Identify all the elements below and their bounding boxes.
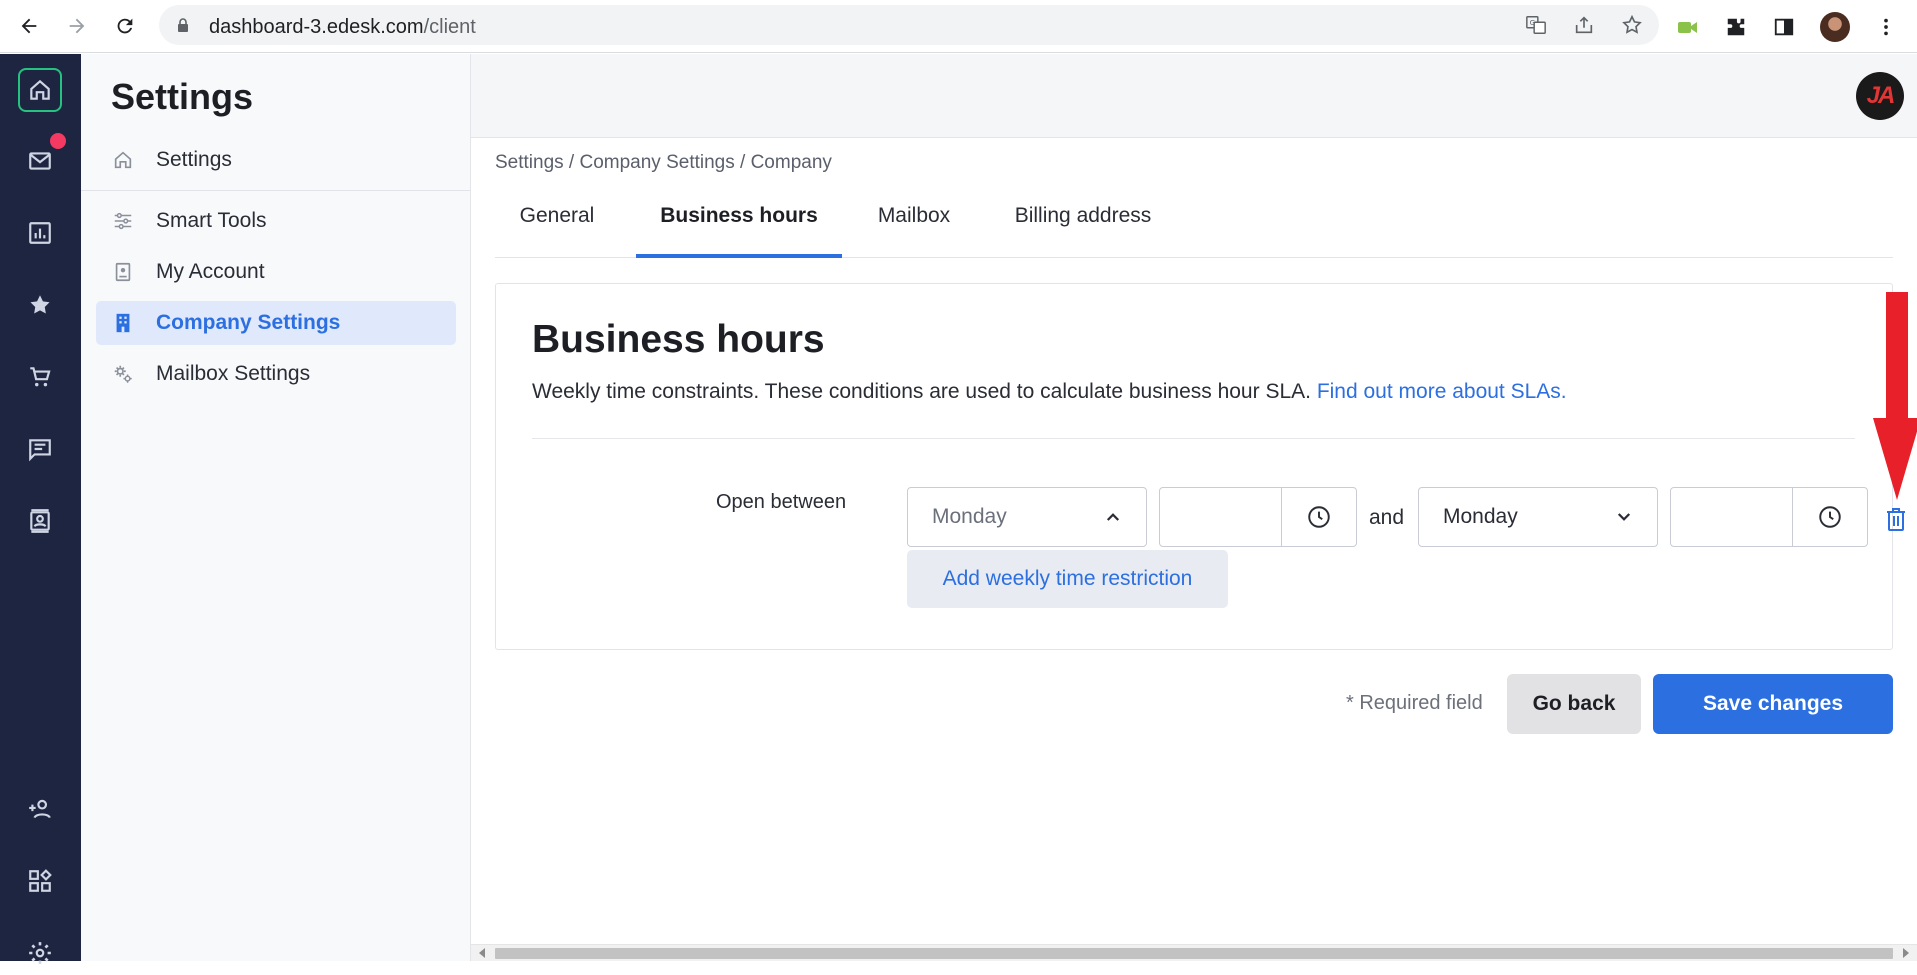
sidebar-divider bbox=[81, 190, 470, 191]
card-title: Business hours bbox=[532, 318, 825, 361]
business-hours-card: Business hours Weekly time constraints. … bbox=[495, 283, 1905, 650]
save-changes-button[interactable]: Save changes bbox=[1653, 674, 1893, 734]
chevron-up-icon bbox=[1106, 513, 1120, 521]
sidebar-item-company-settings[interactable]: Company Settings bbox=[96, 301, 456, 345]
to-day-value: Monday bbox=[1443, 505, 1518, 528]
gears-icon bbox=[110, 361, 136, 387]
building-icon bbox=[110, 310, 136, 336]
star-icon[interactable] bbox=[18, 283, 62, 327]
sidebar-item-settings[interactable]: Settings bbox=[96, 138, 456, 182]
sliders-icon bbox=[110, 208, 136, 234]
sidebar-item-label: My Account bbox=[156, 260, 265, 283]
card-description: Weekly time constraints. These condition… bbox=[532, 380, 1567, 403]
add-user-icon[interactable] bbox=[18, 787, 62, 831]
from-day-select[interactable]: Monday bbox=[907, 487, 1147, 547]
scroll-left-icon[interactable] bbox=[479, 948, 485, 958]
open-between-label: Open between bbox=[716, 491, 847, 513]
annotation-arrow bbox=[1873, 292, 1917, 500]
sidebar-item-label: Company Settings bbox=[156, 311, 341, 334]
url-text: dashboard-3.edesk.com/client bbox=[209, 16, 476, 38]
back-icon[interactable] bbox=[14, 11, 44, 41]
reload-icon[interactable] bbox=[110, 11, 140, 41]
add-weekly-restriction-button[interactable]: Add weekly time restriction bbox=[907, 550, 1228, 608]
card-divider bbox=[532, 438, 1855, 439]
clock-icon[interactable] bbox=[1281, 488, 1356, 546]
app-header: JA bbox=[471, 54, 1917, 138]
apps-icon[interactable] bbox=[18, 859, 62, 903]
avatar-initials: JA bbox=[1866, 82, 1896, 109]
breadcrumb: Settings / Company Settings / Company bbox=[495, 152, 832, 173]
horizontal-scrollbar[interactable] bbox=[471, 944, 1917, 961]
svg-text:G: G bbox=[1530, 18, 1536, 27]
sidebar-item-mailbox-settings[interactable]: Mailbox Settings bbox=[96, 352, 456, 396]
from-time-input[interactable] bbox=[1160, 488, 1281, 546]
extensions-puzzle-icon[interactable] bbox=[1724, 15, 1748, 39]
to-day-select[interactable]: Monday bbox=[1418, 487, 1658, 547]
sidebar-item-my-account[interactable]: My Account bbox=[96, 250, 456, 294]
side-panel-icon[interactable] bbox=[1772, 15, 1796, 39]
sla-help-link[interactable]: Find out more about SLAs. bbox=[1317, 380, 1567, 403]
scroll-right-icon[interactable] bbox=[1903, 948, 1909, 958]
analytics-icon[interactable] bbox=[18, 211, 62, 255]
sidebar-item-label: Mailbox Settings bbox=[156, 362, 311, 385]
gear-icon[interactable] bbox=[18, 931, 62, 975]
scrollbar-thumb[interactable] bbox=[495, 948, 1893, 959]
user-avatar[interactable]: JA bbox=[1856, 72, 1904, 120]
translate-icon[interactable]: G bbox=[1525, 14, 1547, 41]
home-icon[interactable] bbox=[18, 68, 62, 112]
forward-icon[interactable] bbox=[62, 11, 92, 41]
go-back-button[interactable]: Go back bbox=[1507, 674, 1641, 734]
trash-icon[interactable] bbox=[1882, 504, 1910, 534]
lock-icon bbox=[178, 18, 188, 32]
tab-business-hours[interactable]: Business hours bbox=[636, 190, 842, 258]
tab-general[interactable]: General bbox=[495, 190, 619, 258]
address-bar[interactable]: dashboard-3.edesk.com/client G bbox=[159, 5, 1659, 45]
clock-icon[interactable] bbox=[1792, 488, 1867, 546]
bookmark-star-icon[interactable] bbox=[1621, 14, 1643, 41]
from-time-field bbox=[1159, 487, 1357, 547]
sidebar-item-smart-tools[interactable]: Smart Tools bbox=[96, 199, 456, 243]
from-day-value: Monday bbox=[932, 505, 1007, 528]
notification-dot bbox=[50, 133, 66, 149]
tab-bar: General Business hours Mailbox Billing a… bbox=[495, 190, 1893, 258]
settings-sidebar: Settings Settings Smart Tools My Account… bbox=[81, 54, 471, 961]
required-field-note: * Required field bbox=[1346, 692, 1483, 714]
profile-avatar[interactable] bbox=[1820, 12, 1850, 42]
sidebar-title: Settings bbox=[111, 76, 254, 117]
menu-kebab-icon[interactable] bbox=[1874, 15, 1898, 39]
chevron-down-icon bbox=[1617, 513, 1631, 521]
to-time-input[interactable] bbox=[1671, 488, 1792, 546]
video-extension-icon[interactable] bbox=[1676, 15, 1700, 39]
sidebar-item-label: Settings bbox=[156, 148, 232, 171]
contacts-icon[interactable] bbox=[18, 499, 62, 543]
tab-mailbox[interactable]: Mailbox bbox=[860, 190, 968, 258]
account-icon bbox=[110, 259, 136, 285]
home-icon bbox=[110, 147, 136, 173]
and-label: and bbox=[1369, 506, 1405, 529]
browser-toolbar: dashboard-3.edesk.com/client G bbox=[0, 0, 1917, 53]
sidebar-item-label: Smart Tools bbox=[156, 209, 267, 232]
chat-icon[interactable] bbox=[18, 427, 62, 471]
to-time-field bbox=[1670, 487, 1868, 547]
app-rail bbox=[0, 54, 81, 964]
share-icon[interactable] bbox=[1573, 14, 1595, 41]
tab-billing-address[interactable]: Billing address bbox=[1001, 190, 1165, 258]
cart-icon[interactable] bbox=[18, 355, 62, 399]
